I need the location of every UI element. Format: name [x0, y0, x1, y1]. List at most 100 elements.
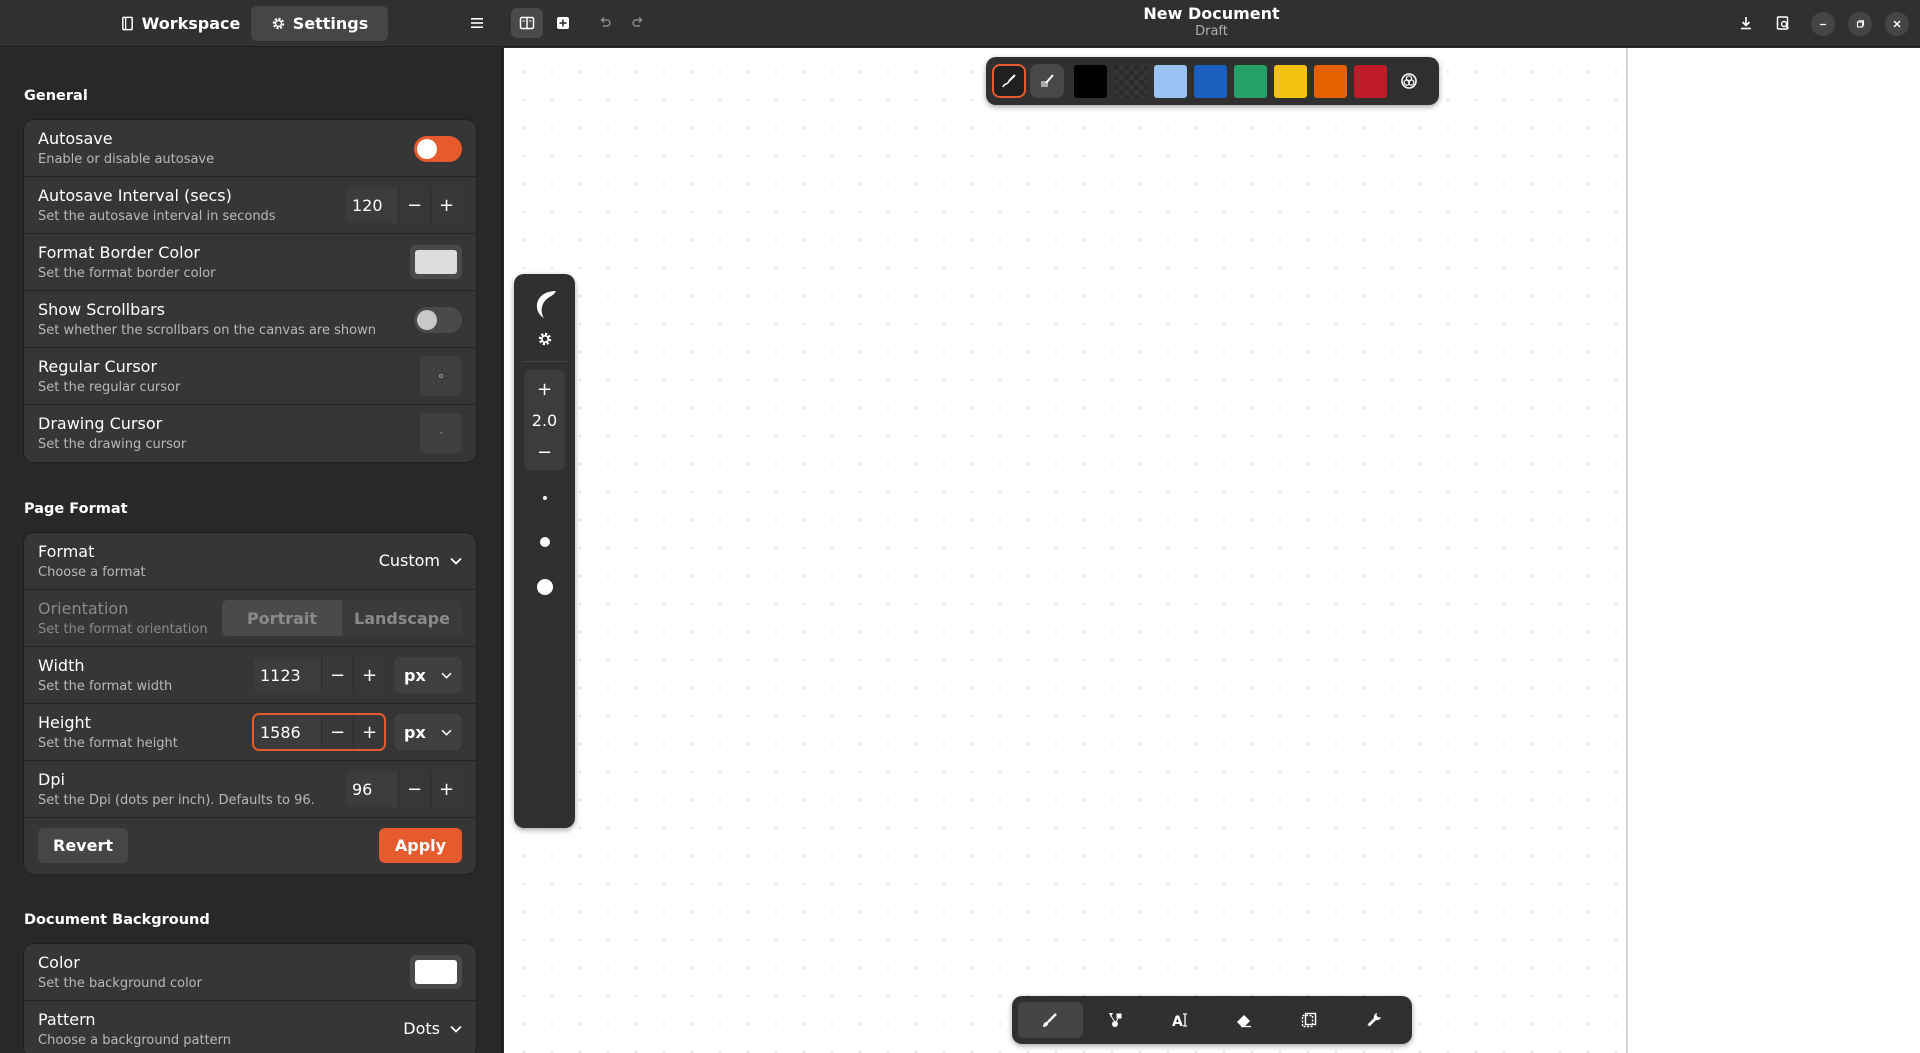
- drawing-cursor-button[interactable]: [420, 413, 462, 453]
- format-row: Format Choose a format Custom: [24, 533, 476, 590]
- maximize-button[interactable]: [1848, 12, 1872, 36]
- format-border-color-title: Format Border Color: [38, 243, 200, 262]
- typewriter-tool-button[interactable]: A: [1147, 1002, 1212, 1038]
- apply-button[interactable]: Apply: [379, 828, 462, 863]
- format-dropdown[interactable]: Custom: [379, 551, 462, 570]
- revert-button[interactable]: Revert: [38, 828, 128, 863]
- format-actions-row: Revert Apply: [24, 818, 476, 874]
- small-dot-icon: [542, 496, 547, 500]
- new-document-button[interactable]: [547, 8, 579, 38]
- dpi-increment-button[interactable]: +: [430, 771, 462, 807]
- brush-tool-button[interactable]: [1018, 1002, 1083, 1038]
- eraser-tool-button[interactable]: [1212, 1002, 1277, 1038]
- document-title: New Document: [1143, 4, 1280, 23]
- drawing-cursor-title: Drawing Cursor: [38, 414, 163, 433]
- format-border-color-button[interactable]: [410, 245, 462, 279]
- stroke-width-large-button[interactable]: [514, 573, 575, 601]
- document-background-settings-group: Color Set the background color Pattern C…: [24, 944, 476, 1053]
- autosave-interval-title: Autosave Interval (secs): [38, 186, 232, 205]
- color-swatch-green[interactable]: [1234, 64, 1267, 98]
- color-swatch-red[interactable]: [1354, 64, 1387, 98]
- general-settings-group: Autosave Enable or disable autosave Auto…: [24, 120, 476, 462]
- width-subtitle: Set the format width: [38, 679, 173, 694]
- height-decrement-button[interactable]: −: [321, 714, 353, 750]
- background-color-subtitle: Set the background color: [38, 976, 202, 991]
- tools-tool-button[interactable]: [1341, 1002, 1406, 1038]
- color-picker-button[interactable]: [1396, 68, 1422, 94]
- settings-tab-label: Settings: [292, 14, 369, 33]
- settings-scroll-area[interactable]: General Autosave Enable or disable autos…: [0, 48, 503, 1053]
- autosave-interval-increment-button[interactable]: +: [430, 187, 462, 223]
- workspace-tab-button[interactable]: Workspace: [115, 6, 245, 41]
- settings-tab-button[interactable]: Settings: [251, 6, 388, 41]
- format-value: Custom: [378, 551, 440, 570]
- color-swatch-light-blue[interactable]: [1154, 64, 1187, 98]
- color-swatch-yellow[interactable]: [1274, 64, 1307, 98]
- stroke-width-medium-button[interactable]: [514, 528, 575, 556]
- eraser-icon: [1237, 1015, 1252, 1028]
- background-color-button[interactable]: [410, 955, 462, 989]
- height-spinner: 1586 − +: [252, 713, 386, 751]
- color-wheel-icon: [1401, 73, 1417, 89]
- brush-stroke-icon: [536, 291, 556, 318]
- background-pattern-title: Pattern: [38, 1010, 96, 1029]
- format-border-color-subtitle: Set the format border color: [38, 266, 216, 281]
- dpi-decrement-button[interactable]: −: [398, 771, 430, 807]
- width-unit-dropdown[interactable]: px: [394, 657, 462, 693]
- toggle-sidebar-button[interactable]: [511, 8, 543, 38]
- redo-button[interactable]: [622, 8, 654, 38]
- drawing-canvas[interactable]: + 2.0 − A: [504, 48, 1920, 1053]
- stroke-width-increase-button[interactable]: +: [514, 374, 575, 404]
- regular-cursor-button[interactable]: [420, 356, 462, 396]
- stroke-width-value[interactable]: 2.0: [514, 405, 575, 435]
- regular-cursor-title: Regular Cursor: [38, 357, 158, 376]
- document-add-icon: [557, 17, 569, 29]
- print-preview-button[interactable]: [1767, 8, 1799, 38]
- svg-text:A: A: [1172, 1014, 1183, 1029]
- height-input[interactable]: 1586: [253, 714, 321, 750]
- hamburger-menu-icon[interactable]: [466, 12, 488, 34]
- autosave-interval-subtitle: Set the autosave interval in seconds: [38, 209, 276, 224]
- cursor-dot-icon: [439, 374, 443, 378]
- color-palette-bar: [986, 57, 1439, 105]
- color-swatch-transparent[interactable]: [1114, 64, 1147, 98]
- show-scrollbars-toggle[interactable]: [414, 307, 462, 333]
- close-button[interactable]: [1885, 12, 1909, 36]
- color-swatch-blue[interactable]: [1194, 64, 1227, 98]
- export-button[interactable]: [1730, 8, 1762, 38]
- sidebar-icon: [519, 16, 535, 30]
- portrait-button[interactable]: Portrait: [222, 600, 342, 636]
- background-color-row: Color Set the background color: [24, 944, 476, 1001]
- minimize-button[interactable]: [1811, 12, 1835, 36]
- text-cursor-icon: A: [1172, 1013, 1187, 1029]
- stroke-width-small-button[interactable]: [514, 484, 575, 512]
- close-icon: [1893, 20, 1901, 28]
- autosave-toggle[interactable]: [414, 136, 462, 162]
- pen-settings-button[interactable]: [514, 326, 575, 352]
- stroke-width-decrease-button[interactable]: −: [514, 437, 575, 467]
- shaper-tool-button[interactable]: [1083, 1002, 1148, 1038]
- color-swatch-orange[interactable]: [1314, 64, 1347, 98]
- color-swatch-black[interactable]: [1074, 64, 1107, 98]
- stroke-color-button[interactable]: [992, 64, 1026, 98]
- height-unit-dropdown[interactable]: px: [394, 714, 462, 750]
- format-subtitle: Choose a format: [38, 565, 146, 580]
- width-input[interactable]: 1123: [253, 657, 321, 693]
- width-decrement-button[interactable]: −: [321, 657, 353, 693]
- background-pattern-dropdown[interactable]: Dots: [403, 1019, 462, 1038]
- selector-tool-button[interactable]: [1277, 1002, 1342, 1038]
- autosave-subtitle: Enable or disable autosave: [38, 152, 215, 167]
- format-border-color-row: Format Border Color Set the format borde…: [24, 234, 476, 291]
- undo-button[interactable]: [589, 8, 621, 38]
- dpi-spinner: 96 − +: [345, 771, 462, 807]
- height-increment-button[interactable]: +: [353, 714, 385, 750]
- pen-style-button[interactable]: [514, 286, 575, 322]
- width-increment-button[interactable]: +: [353, 657, 385, 693]
- autosave-interval-input[interactable]: 120: [345, 187, 398, 223]
- drawing-cursor-row: Drawing Cursor Set the drawing cursor: [24, 405, 476, 462]
- landscape-button[interactable]: Landscape: [342, 600, 462, 636]
- height-row: Height Set the format height 1586 − + px: [24, 704, 476, 761]
- autosave-interval-decrement-button[interactable]: −: [398, 187, 430, 223]
- dpi-input[interactable]: 96: [345, 771, 398, 807]
- fill-color-button[interactable]: [1030, 64, 1064, 98]
